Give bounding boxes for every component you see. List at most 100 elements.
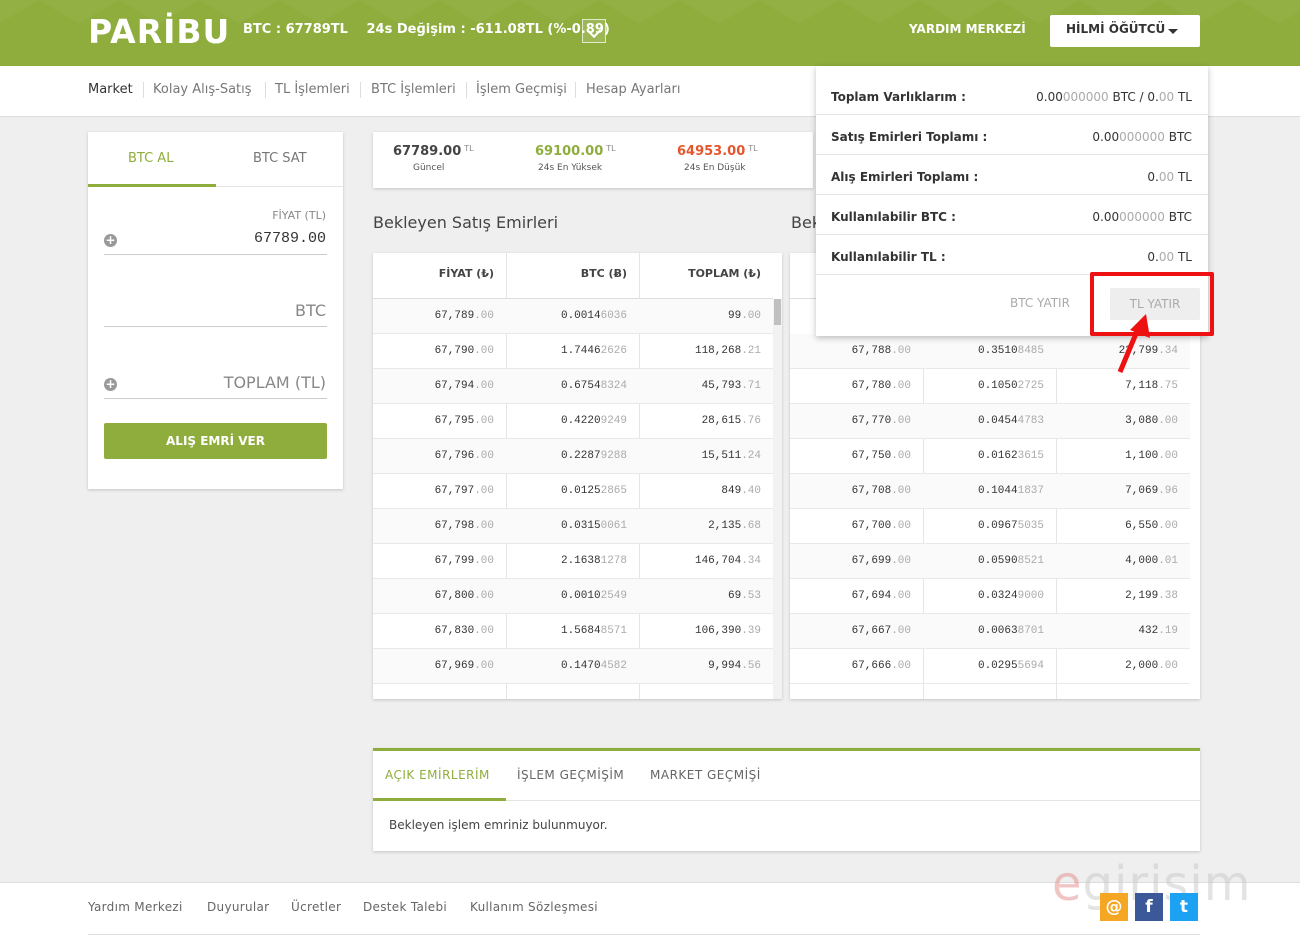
summary-value-part: TL [1174, 90, 1192, 104]
nav-account-settings[interactable]: Hesap Ayarları [586, 82, 680, 97]
value-dim: .75 [1158, 380, 1178, 392]
summary-value-part: 0.00 [1036, 90, 1063, 104]
scrollbar[interactable] [773, 299, 782, 699]
value-dim: 2865 [600, 485, 627, 497]
tab-open-orders[interactable]: AÇIK EMİRLERİM [385, 768, 490, 782]
value-main: 0.1050 [977, 380, 1018, 392]
btc-amount-input[interactable]: BTC [295, 301, 326, 320]
value-dim: 8324 [600, 380, 627, 392]
nav-btc-transactions[interactable]: BTC İşlemleri [371, 82, 456, 97]
summary-value-part: BTC / 0. [1108, 90, 1159, 104]
value-dim: .34 [741, 555, 761, 567]
tab-my-trade-history[interactable]: İŞLEM GEÇMİŞİM [517, 768, 624, 782]
order-row[interactable]: 67,694.00 0.03249000 2,199.38 [790, 579, 1190, 614]
value-dim: 4783 [1017, 415, 1044, 427]
paribu-logo[interactable]: PARİBU [88, 12, 230, 51]
order-price: 67,750.00 [852, 450, 911, 462]
value-dim: 8521 [1017, 555, 1044, 567]
order-row[interactable]: 67,700.00 0.09675035 6,550.00 [790, 509, 1190, 544]
value-dim: 2725 [1017, 380, 1044, 392]
user-menu-button[interactable]: HİLMİ ÖĞÜTCÜ [1050, 15, 1200, 47]
value-main: 67,794 [434, 380, 475, 392]
value-main: 0.0454 [977, 415, 1018, 427]
value-dim: .00 [474, 345, 494, 357]
top-bar: PARİBU BTC : 67789TL 24s Değişim : -611.… [0, 0, 1300, 66]
plus-icon[interactable]: + [104, 378, 117, 391]
value-dim: .24 [741, 450, 761, 462]
order-row[interactable]: 67,799.00 2.16381278 146,704.34 [373, 544, 773, 579]
nav-tl-transactions[interactable]: TL İşlemleri [275, 82, 350, 97]
btc-deposit-button[interactable]: BTC YATIR [1010, 296, 1070, 310]
column-header-price[interactable]: FİYAT (₺) [373, 253, 506, 299]
help-center-link[interactable]: YARDIM MERKEZİ [909, 22, 1026, 36]
order-row[interactable]: 67,795.00 0.42209249 28,615.76 [373, 404, 773, 439]
value-dim: .00 [891, 660, 911, 672]
scrollbar-thumb[interactable] [774, 299, 781, 325]
value-dim: 4582 [600, 660, 627, 672]
btc-ticker: BTC : 67789TL 24s Değişim : -611.08TL (%… [243, 22, 624, 37]
order-price: 67,789.00 [435, 310, 494, 322]
order-row[interactable]: 67,708.00 0.10441837 7,069.96 [790, 474, 1190, 509]
order-amount: 0.01252865 [561, 485, 627, 497]
value-dim: 3615 [1017, 450, 1044, 462]
value-main: 67,699 [851, 555, 892, 567]
order-row[interactable]: 67,969.00 0.14704582 9,994.56 [373, 649, 773, 684]
tab-btc-sell[interactable]: BTC SAT [253, 151, 307, 166]
orders-panel: AÇIK EMİRLERİM İŞLEM GEÇMİŞİM MARKET GEÇ… [373, 748, 1200, 851]
footer-link-fees[interactable]: Ücretler [291, 900, 341, 914]
ticker-chevron-down-icon[interactable] [582, 19, 606, 43]
order-row[interactable]: 67,666.00 0.02955694 2,000.00 [790, 649, 1190, 684]
account-summary-row: Toplam Varlıklarım : 0.00000000 BTC / 0.0… [816, 75, 1208, 115]
nav-history[interactable]: İşlem Geçmişi [476, 82, 567, 97]
value-main: 99 [727, 310, 742, 322]
value-dim: 2549 [600, 590, 627, 602]
place-buy-order-button[interactable]: ALIŞ EMRİ VER [104, 423, 327, 459]
column-header-total[interactable]: TOPLAM (₺) [639, 253, 773, 299]
nav-market[interactable]: Market [88, 82, 133, 97]
value-dim: .00 [474, 380, 494, 392]
order-row[interactable]: 67,790.00 1.74462626 118,268.21 [373, 334, 773, 369]
order-price: 67,799.00 [435, 555, 494, 567]
order-row[interactable]: 67,699.00 0.05908521 4,000.01 [790, 544, 1190, 579]
email-icon[interactable]: @ [1100, 893, 1128, 921]
order-row[interactable]: 67,800.00 0.00102549 69.53 [373, 579, 773, 614]
tab-market-history[interactable]: MARKET GEÇMİŞİ [650, 768, 761, 782]
tab-btc-buy[interactable]: BTC AL [128, 151, 173, 166]
total-tl-input[interactable]: TOPLAM (TL) [224, 373, 326, 392]
order-row[interactable]: 67,750.00 0.01623615 1,100.00 [790, 439, 1190, 474]
plus-icon[interactable]: + [104, 234, 117, 247]
twitter-icon[interactable]: t [1170, 893, 1198, 921]
order-row[interactable]: 67,798.00 0.03150061 2,135.68 [373, 509, 773, 544]
stat-number: 67789.00 [393, 144, 462, 159]
order-amount: 0.22879288 [561, 450, 627, 462]
footer-link-help[interactable]: Yardım Merkezi [88, 900, 183, 914]
footer-link-support[interactable]: Destek Talebi [363, 900, 447, 914]
order-row[interactable]: 67,830.00 1.56848571 106,390.39 [373, 614, 773, 649]
footer-link-terms[interactable]: Kullanım Sözleşmesi [470, 900, 598, 914]
order-price: 67,800.00 [435, 590, 494, 602]
price-input[interactable]: 67789.00 [254, 230, 326, 247]
order-row[interactable]: 67,789.00 0.00146036 99.00 [373, 299, 773, 334]
summary-value-part: BTC [1164, 130, 1192, 144]
stat-label: 24s En Yüksek [538, 163, 603, 173]
order-total: 2,199.38 [1125, 590, 1178, 602]
column-header-btc[interactable]: BTC (Ƀ) [506, 253, 639, 299]
empty-orders-message: Bekleyen işlem emriniz bulunmuyor. [389, 818, 608, 832]
value-dim: .21 [741, 345, 761, 357]
summary-value: 0.00000000 BTC [1092, 210, 1192, 224]
footer-link-announcements[interactable]: Duyurular [207, 900, 269, 914]
order-row[interactable]: 67,667.00 0.00638701 432.19 [790, 614, 1190, 649]
value-main: 0.0014 [560, 310, 601, 322]
value-main: 1.5684 [560, 625, 601, 637]
order-row[interactable]: 67,794.00 0.67548324 45,793.71 [373, 369, 773, 404]
order-row[interactable]: 67,797.00 0.01252865 849.40 [373, 474, 773, 509]
value-dim: .53 [741, 590, 761, 602]
summary-value-part: 00 [1158, 170, 1175, 184]
order-total: 2,135.68 [708, 520, 761, 532]
order-row[interactable]: 67,796.00 0.22879288 15,511.24 [373, 439, 773, 474]
facebook-icon[interactable]: f [1135, 893, 1163, 921]
nav-easy-trade[interactable]: Kolay Alış-Satış [153, 82, 252, 97]
value-dim: 2626 [600, 345, 627, 357]
order-row[interactable]: 67,770.00 0.04544783 3,080.00 [790, 404, 1190, 439]
value-dim: .00 [474, 555, 494, 567]
